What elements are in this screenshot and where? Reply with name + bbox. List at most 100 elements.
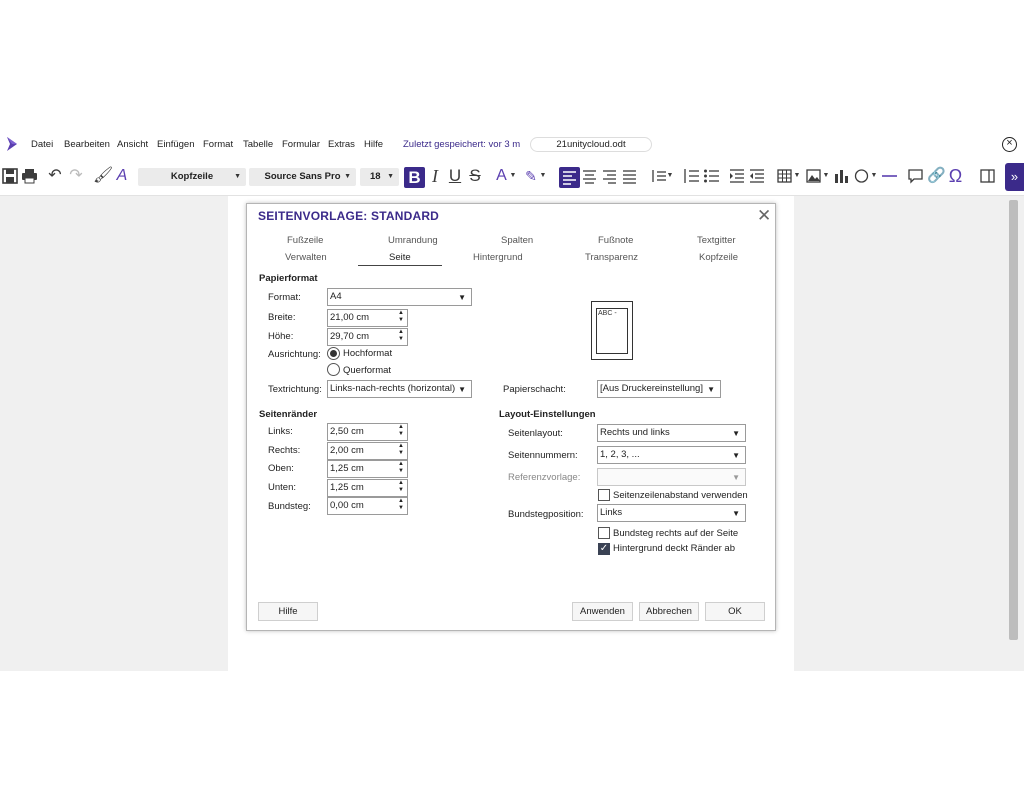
paper-tray-select[interactable]: [Aus Druckereinstellung] ▼ (597, 380, 721, 398)
landscape-label[interactable]: Querformat (343, 365, 391, 376)
bold-button[interactable]: B (404, 167, 425, 188)
app-logo-icon[interactable] (4, 136, 20, 152)
gutter-spinbox[interactable]: 0,00 cm ▲ ▼ (327, 497, 408, 515)
print-icon[interactable] (21, 166, 38, 186)
tab-seite[interactable]: Seite (389, 252, 411, 263)
tab-textgitter[interactable]: Textgitter (697, 235, 736, 246)
menu-ansicht[interactable]: Ansicht (117, 139, 148, 150)
gutter-right-checkbox[interactable] (598, 527, 610, 539)
format-select[interactable]: A4 ▼ (327, 288, 472, 306)
cancel-button[interactable]: Abbrechen (639, 602, 699, 621)
align-left-button[interactable] (559, 167, 580, 188)
save-icon[interactable] (2, 166, 18, 186)
menu-formular[interactable]: Formular (282, 139, 320, 150)
menu-bearbeiten[interactable]: Bearbeiten (64, 139, 110, 150)
comment-icon[interactable] (907, 166, 924, 186)
width-spinbox[interactable]: 21,00 cm ▲ ▼ (327, 309, 408, 327)
tab-fussnote[interactable]: Fußnote (598, 235, 633, 246)
line-spacing-checkbox[interactable] (598, 489, 610, 501)
background-covers-margins-checkbox[interactable]: ✓ (598, 543, 610, 555)
menu-hilfe[interactable]: Hilfe (364, 139, 383, 150)
apply-button[interactable]: Anwenden (572, 602, 633, 621)
document-filename[interactable]: 21unitycloud.odt (530, 137, 652, 152)
line-spacing-icon[interactable] (649, 166, 667, 186)
right-margin-spinbox[interactable]: 2,00 cm ▲ ▼ (327, 442, 408, 460)
bullet-list-icon[interactable] (703, 166, 720, 186)
close-document-icon[interactable]: × (1002, 137, 1017, 152)
undo-icon[interactable]: ↶ (46, 166, 64, 186)
chevron-down-icon[interactable]: ▼ (870, 166, 878, 186)
top-margin-spinbox[interactable]: 1,25 cm ▲ ▼ (327, 460, 408, 478)
bottom-margin-spinbox[interactable]: 1,25 cm ▲ ▼ (327, 479, 408, 497)
spin-arrows-icon[interactable]: ▲ ▼ (398, 480, 404, 494)
spin-arrows-icon[interactable]: ▲ ▼ (398, 329, 404, 343)
gutter-position-select[interactable]: Links ▼ (597, 504, 746, 522)
link-icon[interactable]: 🔗 (927, 166, 946, 186)
tab-hintergrund[interactable]: Hintergrund (473, 252, 523, 263)
chevron-down-icon[interactable]: ▼ (539, 166, 547, 186)
chevron-down-icon[interactable]: ▼ (666, 166, 674, 186)
menu-einfuegen[interactable]: Einfügen (157, 139, 195, 150)
page-numbers-select[interactable]: 1, 2, 3, ... ▼ (597, 446, 746, 464)
spin-arrows-icon[interactable]: ▲ ▼ (398, 443, 404, 457)
tab-fusszeile[interactable]: Fußzeile (287, 235, 323, 246)
tab-kopfzeile[interactable]: Kopfzeile (699, 252, 738, 263)
indent-decrease-icon[interactable] (748, 166, 765, 186)
vertical-scrollbar[interactable] (1009, 200, 1018, 640)
landscape-radio[interactable] (327, 363, 340, 376)
redo-icon[interactable]: ↷ (67, 166, 85, 186)
underline-button[interactable]: U (447, 166, 463, 186)
font-name-select[interactable]: Source Sans Pro ▼ (249, 168, 356, 186)
background-check-label[interactable]: Hintergrund deckt Ränder ab (613, 543, 735, 554)
spin-arrows-icon[interactable]: ▲ ▼ (398, 461, 404, 475)
chart-icon[interactable] (833, 166, 850, 186)
tab-transparenz[interactable]: Transparenz (585, 252, 638, 263)
portrait-radio[interactable] (327, 347, 340, 360)
close-icon[interactable]: ✕ (757, 206, 771, 226)
table-icon[interactable] (776, 166, 793, 186)
portrait-label[interactable]: Hochformat (343, 348, 392, 359)
menu-tabelle[interactable]: Tabelle (243, 139, 273, 150)
spin-arrows-icon[interactable]: ▲ ▼ (398, 498, 404, 512)
menu-format[interactable]: Format (203, 139, 233, 150)
chevron-down-icon[interactable]: ▼ (509, 166, 517, 186)
paragraph-style-select[interactable]: Kopfzeile ▼ (138, 168, 246, 186)
numbered-list-icon[interactable] (683, 166, 700, 186)
tab-umrandung[interactable]: Umrandung (388, 235, 438, 246)
italic-button[interactable]: I (428, 166, 442, 186)
line-spacing-check-label[interactable]: Seitenzeilenabstand verwenden (613, 490, 748, 501)
line-icon[interactable] (881, 166, 898, 186)
menu-datei[interactable]: Datei (31, 139, 53, 150)
sidebar-icon[interactable] (979, 166, 996, 186)
page-layout-select[interactable]: Rechts und links ▼ (597, 424, 746, 442)
justify-icon[interactable] (621, 166, 638, 186)
reference-style-select: ▼ (597, 468, 746, 486)
clear-formatting-icon[interactable]: A (113, 166, 131, 186)
height-spinbox[interactable]: 29,70 cm ▲ ▼ (327, 328, 408, 346)
image-icon[interactable] (805, 166, 822, 186)
spin-arrows-icon[interactable]: ▲ ▼ (398, 424, 404, 438)
tab-spalten[interactable]: Spalten (501, 235, 533, 246)
shape-icon[interactable] (853, 166, 870, 186)
help-button[interactable]: Hilfe (258, 602, 318, 621)
spin-arrows-icon[interactable]: ▲ ▼ (398, 310, 404, 324)
text-direction-select[interactable]: Links-nach-rechts (horizontal) ▼ (327, 380, 472, 398)
ok-button[interactable]: OK (705, 602, 765, 621)
font-color-icon[interactable]: A (494, 166, 509, 186)
highlight-icon[interactable]: ✎ (523, 166, 539, 186)
font-size-select[interactable]: 18 ▼ (360, 168, 399, 186)
left-margin-spinbox[interactable]: 2,50 cm ▲ ▼ (327, 423, 408, 441)
text-direction-value: Links-nach-rechts (horizontal) (330, 383, 456, 394)
align-center-icon[interactable] (581, 166, 598, 186)
gutter-right-check-label[interactable]: Bundsteg rechts auf der Seite (613, 528, 738, 539)
chevron-down-icon[interactable]: ▼ (822, 166, 830, 186)
tab-verwalten[interactable]: Verwalten (285, 252, 327, 263)
strikethrough-button[interactable]: S (467, 166, 483, 186)
menu-extras[interactable]: Extras (328, 139, 355, 150)
special-character-icon[interactable]: Ω (947, 166, 964, 186)
align-right-icon[interactable] (601, 166, 618, 186)
indent-increase-icon[interactable] (728, 166, 745, 186)
chevron-down-icon[interactable]: ▼ (793, 166, 801, 186)
clone-formatting-icon[interactable]: 🖌 (93, 166, 113, 186)
expand-icon[interactable]: » (1005, 163, 1024, 191)
